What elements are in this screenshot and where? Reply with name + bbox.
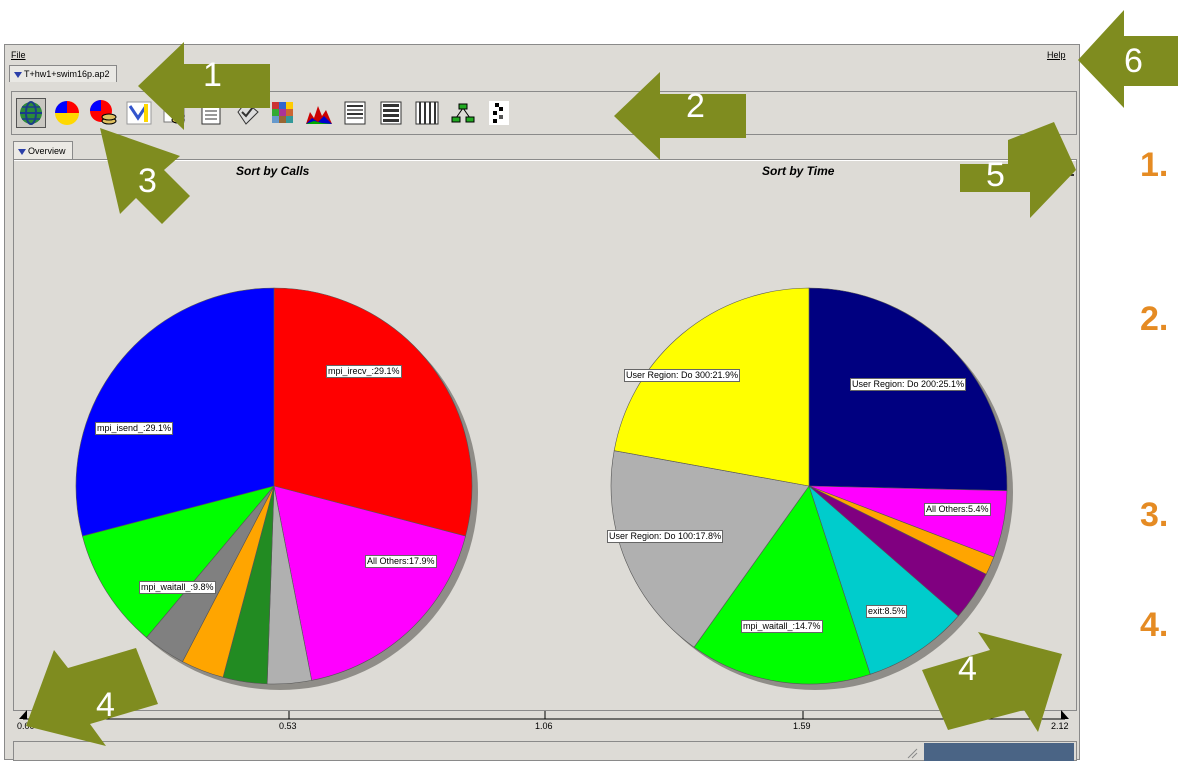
pattern-icon[interactable] bbox=[484, 98, 514, 128]
chart-title-time: Sort by Time bbox=[762, 164, 835, 178]
side-number-2: 2. bbox=[1140, 300, 1169, 338]
callout-number-4-right: 4 bbox=[958, 650, 977, 688]
status-bar bbox=[13, 741, 1077, 761]
pie-stack-icon[interactable] bbox=[88, 98, 118, 128]
callout-arrow-4-right bbox=[922, 632, 1062, 732]
pie-label-all-others-time: All Others:5.4% bbox=[924, 503, 991, 516]
globe-icon[interactable] bbox=[16, 98, 46, 128]
progress-area bbox=[924, 743, 1074, 761]
callout-number-5: 5 bbox=[986, 156, 1005, 194]
pie-label-all-others: All Others:17.9% bbox=[365, 555, 437, 568]
callout-number-2: 2 bbox=[686, 87, 705, 125]
table-icon[interactable] bbox=[376, 98, 406, 128]
tick-label: 1.59 bbox=[793, 721, 811, 731]
tick-label: 1.06 bbox=[535, 721, 553, 731]
menu-file[interactable]: File bbox=[11, 50, 26, 60]
callout-number-1: 1 bbox=[203, 56, 222, 94]
file-tab[interactable]: T+hw1+swim16p.ap2 bbox=[9, 65, 117, 82]
collapse-triangle-icon[interactable] bbox=[14, 71, 22, 78]
chart-title-calls: Sort by Calls bbox=[236, 164, 310, 178]
callout-number-6: 6 bbox=[1124, 42, 1143, 80]
callout-arrow-2 bbox=[614, 72, 746, 160]
overview-tab-label: Overview bbox=[28, 146, 66, 156]
side-number-1: 1. bbox=[1140, 146, 1169, 184]
tree-icon[interactable] bbox=[448, 98, 478, 128]
pie-label-mpi-waitall-time: mpi_waitall_:14.7% bbox=[741, 620, 823, 633]
pie-label-do-300: User Region: Do 300:21.9% bbox=[624, 369, 741, 382]
callout-arrow-3 bbox=[100, 128, 190, 224]
pie-chart-calls bbox=[75, 287, 478, 690]
pie-label-mpi-waitall: mpi_waitall_:9.8% bbox=[139, 581, 216, 594]
pie-label-exit: exit:8.5% bbox=[866, 605, 908, 618]
menu-help[interactable]: Help bbox=[1047, 50, 1066, 60]
callout-arrow-5 bbox=[960, 122, 1076, 218]
tab-overview[interactable]: Overview bbox=[13, 141, 73, 159]
text-icon[interactable] bbox=[340, 98, 370, 128]
timeline-slider[interactable]: 0.00 0.53 1.06 1.59 2.12 bbox=[17, 707, 1073, 737]
pie-label-mpi-irecv: mpi_irecv_:29.1% bbox=[326, 365, 402, 378]
pie-chart-icon[interactable] bbox=[52, 98, 82, 128]
resize-grip-icon[interactable] bbox=[906, 746, 918, 759]
pie-label-mpi-isend: mpi_isend_:29.1% bbox=[95, 422, 174, 435]
area-chart-icon[interactable] bbox=[304, 98, 334, 128]
side-number-3: 3. bbox=[1140, 496, 1169, 534]
callout-number-3: 3 bbox=[138, 162, 157, 200]
columns-icon[interactable] bbox=[412, 98, 442, 128]
callout-arrow-4-left bbox=[26, 648, 158, 746]
pie-label-do-200: User Region: Do 200:25.1% bbox=[850, 378, 967, 391]
file-tab-label: T+hw1+swim16p.ap2 bbox=[24, 69, 110, 79]
collapse-triangle-icon[interactable] bbox=[18, 148, 26, 155]
tick-label: 0.53 bbox=[279, 721, 297, 731]
side-number-4: 4. bbox=[1140, 606, 1169, 644]
pie-label-do-100: User Region: Do 100:17.8% bbox=[607, 530, 724, 543]
overview-panel: Sort by Calls Sort by Time mpi_irecv_:29… bbox=[13, 159, 1077, 711]
grid-color-icon[interactable] bbox=[268, 98, 298, 128]
callout-number-4-left: 4 bbox=[96, 686, 115, 724]
